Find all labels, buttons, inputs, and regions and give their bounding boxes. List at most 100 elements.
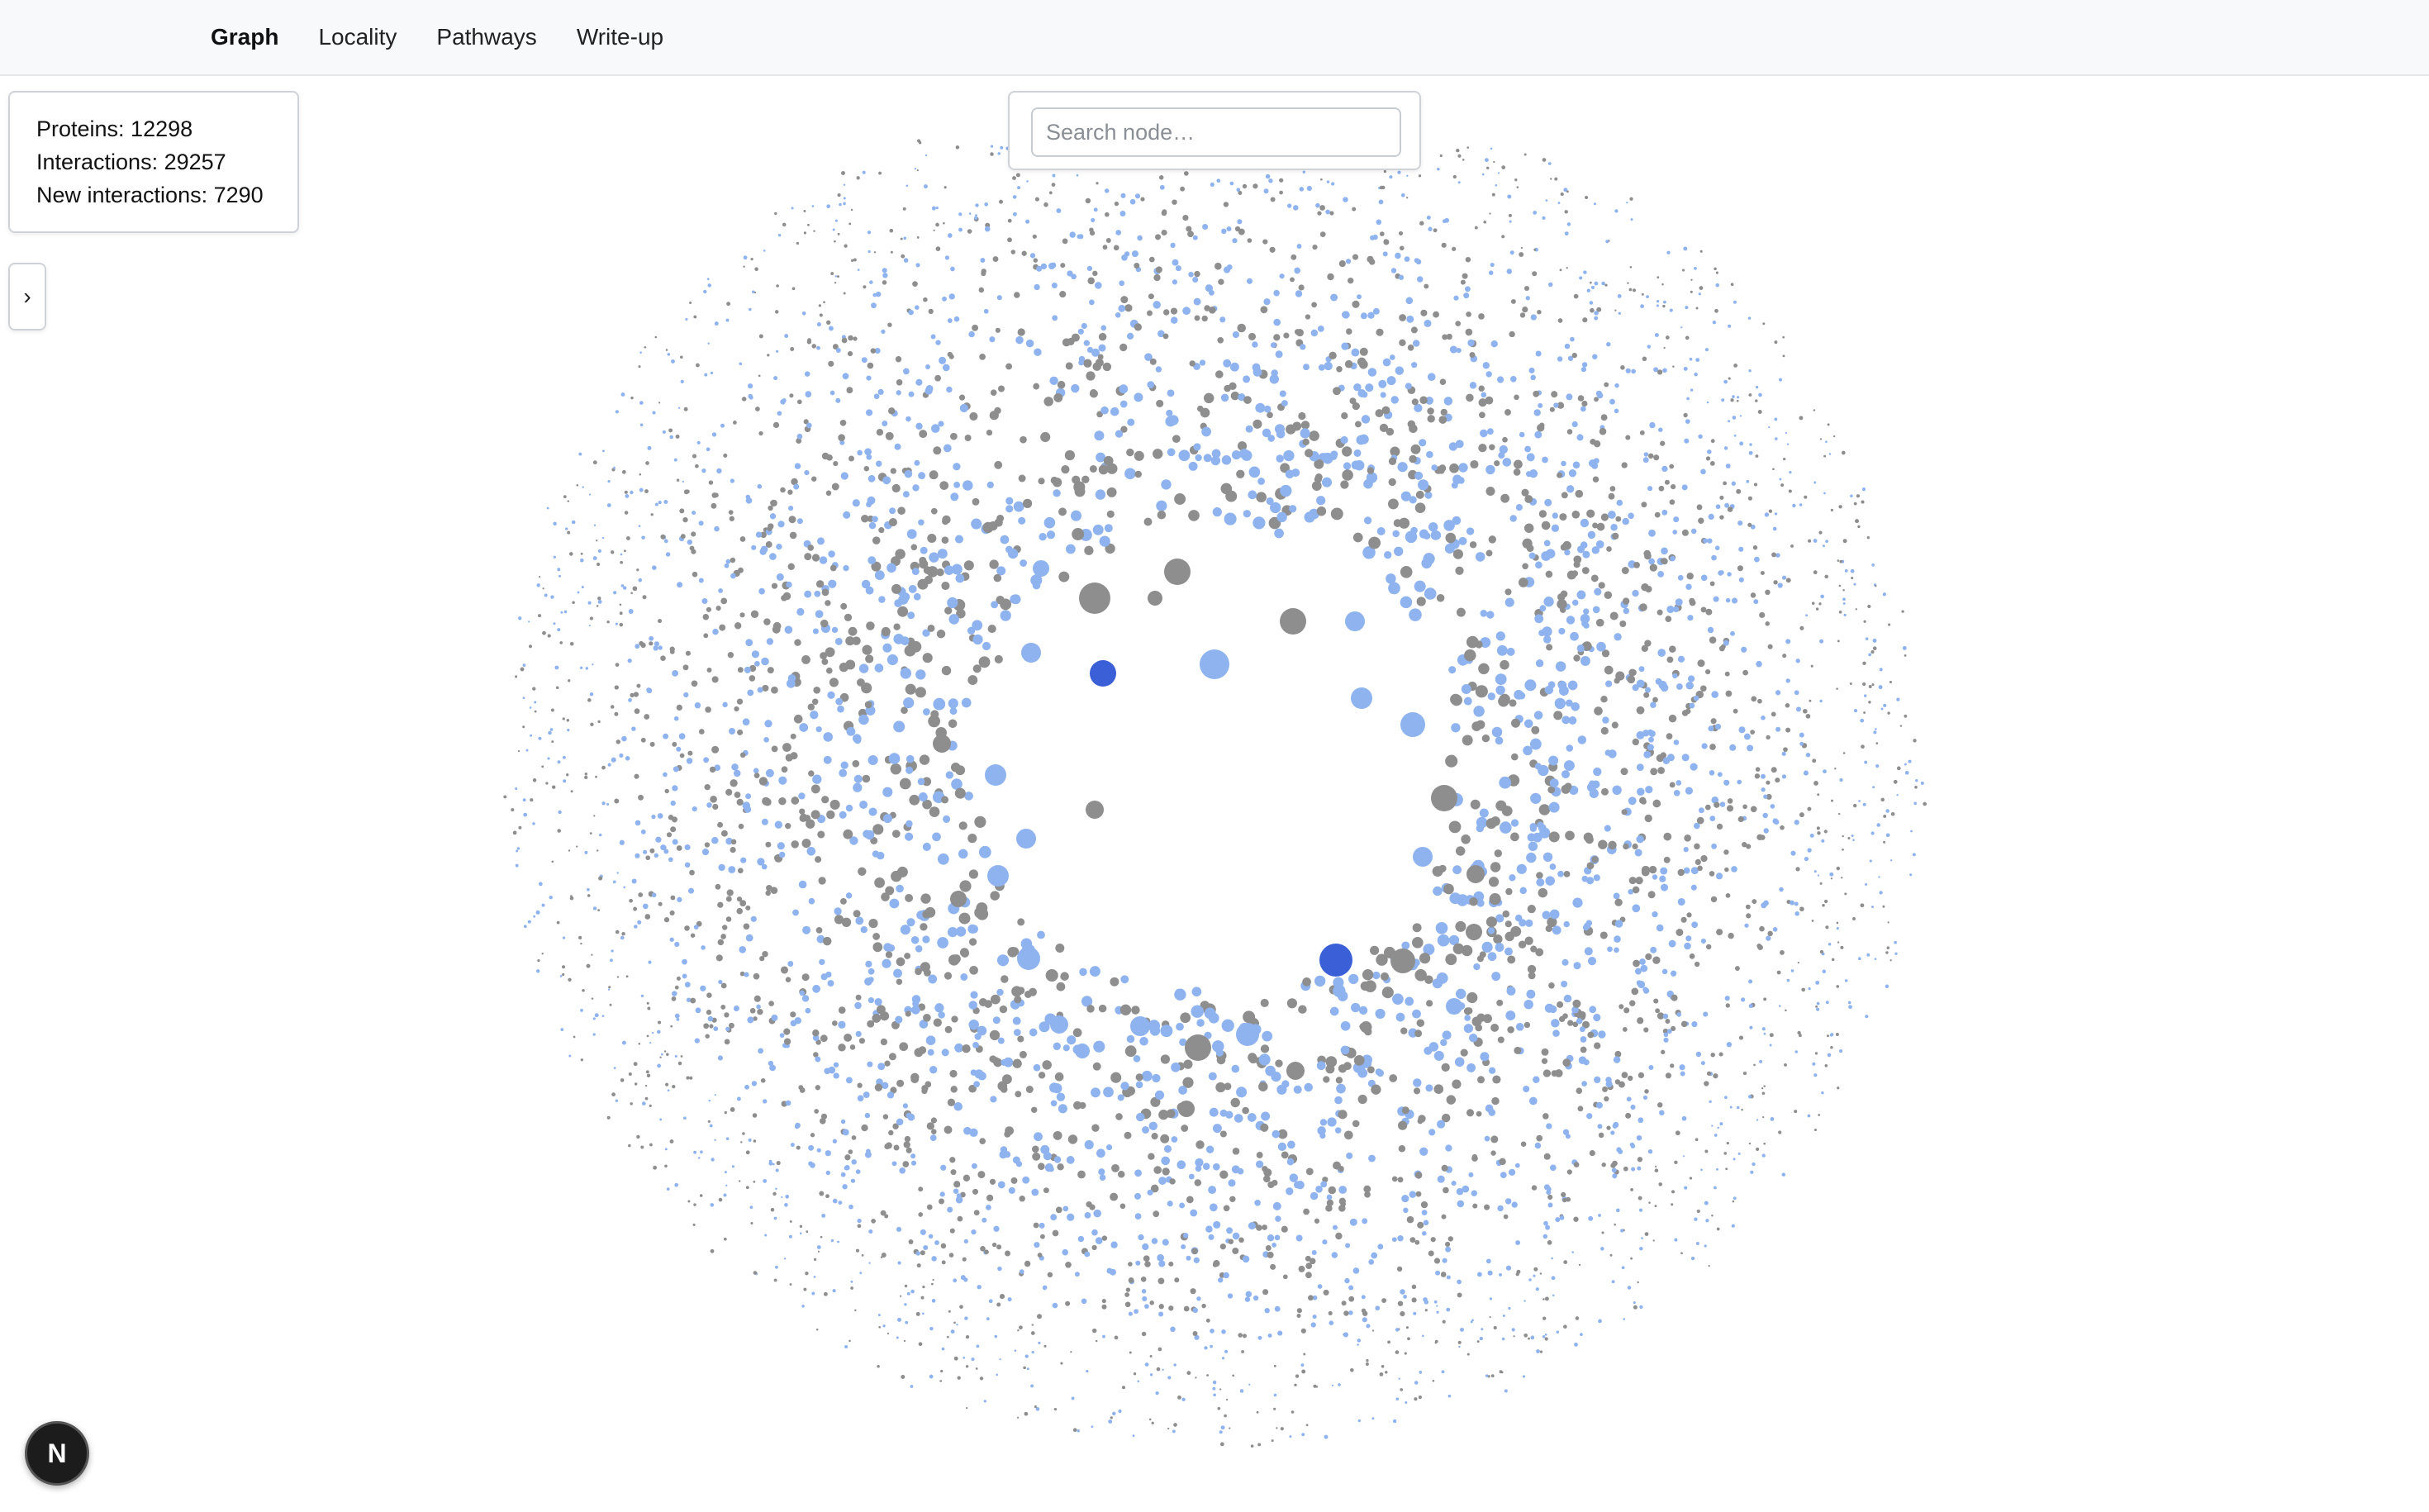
graph-node[interactable] [996,1244,1002,1250]
graph-node[interactable] [1763,997,1767,1001]
graph-node[interactable] [1614,408,1619,414]
graph-node[interactable] [1202,1163,1210,1170]
graph-node[interactable] [1724,996,1730,1001]
graph-node[interactable] [1191,1005,1204,1018]
nav-link-write-up[interactable]: Write-up [577,24,663,50]
graph-node[interactable] [915,1251,920,1256]
graph-node[interactable] [1071,1396,1075,1400]
graph-node[interactable] [1056,1092,1066,1101]
graph-node[interactable] [1005,363,1013,370]
graph-node[interactable] [1717,772,1723,777]
graph-node[interactable] [610,958,613,963]
graph-node[interactable] [1707,626,1714,634]
graph-node[interactable] [1574,1342,1578,1347]
graph-node[interactable] [1180,186,1186,192]
graph-node[interactable] [1279,390,1286,397]
graph-node[interactable] [1010,250,1016,254]
graph-node[interactable] [1241,449,1253,461]
graph-node[interactable] [1300,428,1310,439]
graph-node[interactable] [887,1091,895,1099]
graph-node[interactable] [808,770,815,777]
graph-node[interactable] [685,317,688,321]
graph-node[interactable] [1129,1351,1132,1354]
graph-node[interactable] [1445,1246,1452,1253]
graph-node[interactable] [1219,1442,1224,1447]
graph-node[interactable] [576,845,578,848]
graph-node[interactable] [1641,1237,1643,1239]
graph-node[interactable] [867,1061,873,1067]
graph-node[interactable] [1598,1319,1602,1324]
graph-node[interactable] [1533,711,1543,720]
graph-node[interactable] [1416,1019,1425,1027]
graph-node[interactable] [723,1237,727,1241]
graph-node[interactable] [1272,1201,1281,1210]
graph-node[interactable] [768,1159,772,1163]
graph-node[interactable] [1065,1261,1072,1268]
graph-node[interactable] [1860,903,1865,908]
graph-node[interactable] [1747,316,1752,320]
graph-node[interactable] [1632,589,1639,597]
graph-node[interactable] [842,373,849,380]
graph-node[interactable] [1158,1260,1166,1267]
graph-node[interactable] [646,1001,649,1005]
graph-node[interactable] [1643,750,1652,758]
graph-node[interactable] [1526,453,1535,462]
graph-node[interactable] [882,280,887,285]
graph-node[interactable] [1478,443,1487,453]
graph-node[interactable] [1588,459,1597,468]
graph-node[interactable] [1368,1154,1376,1163]
graph-node[interactable] [1562,1058,1571,1067]
graph-node[interactable] [1738,726,1746,734]
graph-node[interactable] [939,1191,945,1197]
graph-node[interactable] [1232,1232,1240,1240]
graph-node[interactable] [630,490,634,495]
graph-node[interactable] [1468,1172,1474,1177]
graph-node[interactable] [1055,1206,1062,1214]
graph-node[interactable] [1200,649,1229,679]
graph-node[interactable] [673,766,679,773]
graph-node[interactable] [1752,1162,1756,1167]
graph-node[interactable] [1124,251,1130,257]
graph-node[interactable] [1271,1072,1281,1082]
graph-node[interactable] [855,916,864,925]
graph-node[interactable] [714,525,720,532]
graph-node[interactable] [1886,946,1890,949]
graph-node[interactable] [864,448,872,456]
graph-node[interactable] [765,841,772,848]
graph-node[interactable] [733,421,737,425]
graph-node[interactable] [1134,323,1142,331]
graph-node[interactable] [1695,858,1701,866]
graph-node[interactable] [646,1034,649,1038]
graph-node[interactable] [1747,1095,1752,1099]
graph-node[interactable] [801,839,811,849]
graph-node[interactable] [1286,1062,1305,1080]
graph-node[interactable] [780,966,789,974]
graph-node[interactable] [1340,1045,1350,1055]
graph-node[interactable] [1077,328,1084,335]
graph-node[interactable] [1350,1368,1354,1372]
graph-node[interactable] [1863,711,1866,714]
graph-node[interactable] [962,1044,971,1053]
graph-node[interactable] [1606,342,1611,347]
graph-node[interactable] [516,849,519,853]
graph-node[interactable] [649,1104,652,1107]
graph-node[interactable] [1585,195,1589,200]
graph-node[interactable] [1609,398,1615,405]
graph-node[interactable] [942,296,947,302]
graph-node[interactable] [1162,1167,1170,1176]
graph-node[interactable] [1887,711,1890,715]
graph-node[interactable] [1488,877,1500,887]
graph-node[interactable] [1700,468,1706,475]
graph-node[interactable] [793,483,800,490]
graph-node[interactable] [1171,1063,1181,1072]
graph-node[interactable] [881,626,891,637]
graph-node[interactable] [1526,852,1537,863]
graph-node[interactable] [1629,1000,1636,1006]
graph-node[interactable] [1134,263,1140,269]
graph-node[interactable] [1775,553,1780,558]
graph-node[interactable] [775,1168,779,1172]
graph-node[interactable] [840,602,848,610]
graph-node[interactable] [803,210,806,212]
graph-node[interactable] [1544,1333,1547,1336]
graph-node[interactable] [550,708,554,712]
